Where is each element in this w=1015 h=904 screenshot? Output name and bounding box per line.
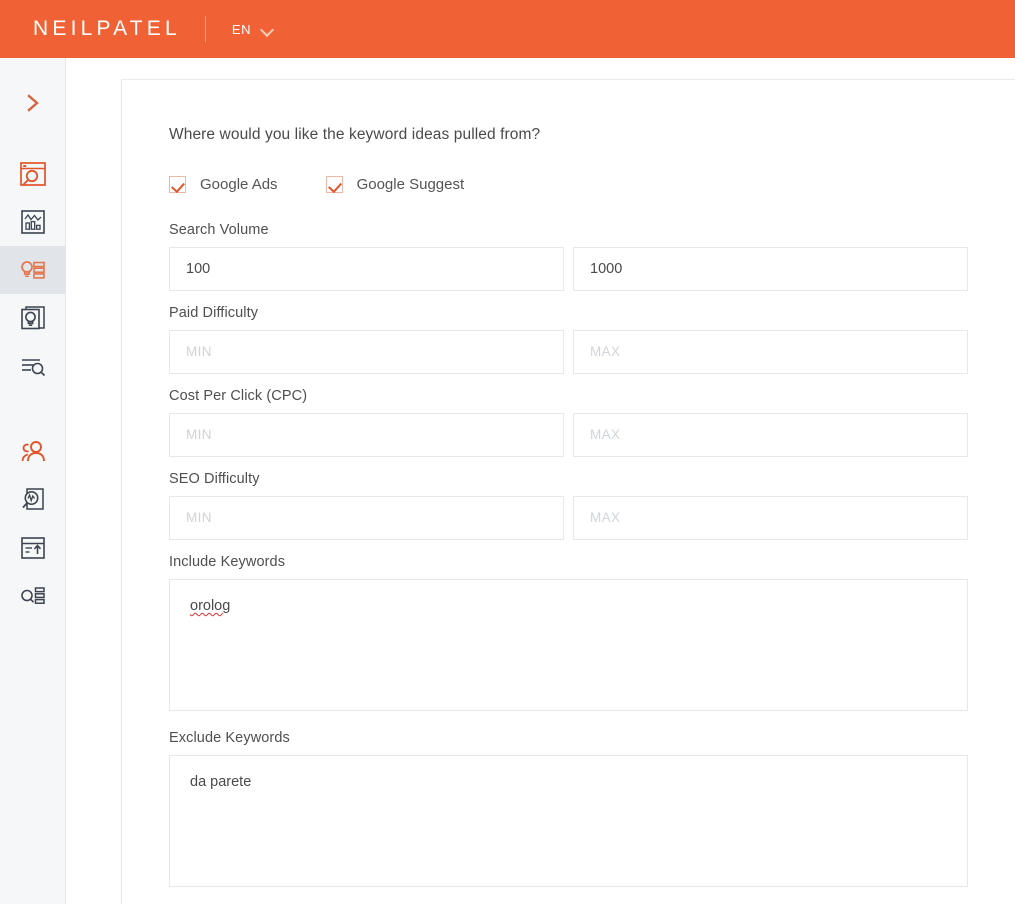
field-paid-difficulty: Paid Difficulty [169, 305, 1015, 374]
sidebar-item-keyword-ideas[interactable] [0, 246, 66, 294]
field-seo-difficulty: SEO Difficulty [169, 471, 1015, 540]
checkbox-google-ads[interactable]: Google Ads [169, 176, 278, 193]
paid-difficulty-min-input[interactable] [169, 330, 564, 374]
field-include-keywords: Include Keywords orolog [169, 554, 1015, 716]
search-volume-min-input[interactable] [169, 247, 564, 291]
keyword-filter-card: Where would you like the keyword ideas p… [121, 79, 1015, 904]
sidebar-item-traffic-analyzer[interactable] [0, 198, 66, 246]
content-ideas-icon [21, 306, 45, 330]
label-include-keywords: Include Keywords [169, 554, 286, 570]
page-title: Where would you like the keyword ideas p… [169, 126, 541, 143]
label-paid-difficulty: Paid Difficulty [169, 305, 259, 321]
sidebar-item-export-report[interactable] [0, 524, 66, 572]
label-seo-difficulty: SEO Difficulty [169, 471, 260, 487]
checkbox-google-suggest-box[interactable] [325, 176, 343, 193]
search-volume-max-input[interactable] [573, 247, 968, 291]
checkbox-google-ads-label: Google Ads [200, 176, 278, 193]
label-exclude-keywords: Exclude Keywords [169, 730, 290, 746]
backlinks-analyzer-icon [22, 488, 44, 510]
source-checkbox-group: Google Ads Google Suggest [169, 176, 1015, 193]
sidebar-item-serp-analysis[interactable] [0, 342, 66, 390]
chevron-right-icon [27, 94, 39, 112]
seo-difficulty-max-input[interactable] [573, 496, 968, 540]
sidebar-item-backlinks-analyzer[interactable] [0, 476, 66, 524]
label-search-volume: Search Volume [169, 222, 269, 238]
checkbox-google-ads-box[interactable] [169, 176, 186, 193]
checkbox-google-suggest-label: Google Suggest [356, 176, 465, 193]
keyword-list-icon [21, 587, 45, 604]
competitors-icon [21, 441, 45, 462]
include-keywords-textarea[interactable] [169, 579, 968, 711]
export-report-icon [21, 537, 45, 559]
sidebar-item-site-audit[interactable] [0, 150, 66, 198]
language-label: EN [231, 21, 252, 37]
header-divider [204, 16, 206, 42]
label-cost-per-click: Cost Per Click (CPC) [169, 388, 308, 404]
site-audit-icon [20, 162, 46, 186]
serp-analysis-icon [22, 359, 46, 377]
brand-logo[interactable]: NEILPATEL [33, 17, 181, 41]
checkbox-google-suggest[interactable]: Google Suggest [325, 176, 465, 193]
sidebar-expand-button[interactable] [0, 82, 66, 124]
field-exclude-keywords: Exclude Keywords da parete [169, 730, 1015, 892]
top-header-bar: NEILPATEL EN [0, 0, 1015, 58]
seo-difficulty-min-input[interactable] [169, 496, 564, 540]
sidebar-item-competitors[interactable] [0, 428, 66, 476]
cpc-max-input[interactable] [573, 413, 968, 457]
field-cost-per-click: Cost Per Click (CPC) [169, 388, 1015, 457]
sidebar-item-keyword-list[interactable] [0, 572, 66, 620]
keyword-ideas-icon [21, 261, 45, 279]
chevron-down-icon [261, 25, 274, 33]
main-content-area: Where would you like the keyword ideas p… [67, 58, 1015, 904]
cpc-min-input[interactable] [169, 413, 564, 457]
sidebar-item-content-ideas[interactable] [0, 294, 66, 342]
left-sidebar [0, 58, 66, 904]
language-selector[interactable]: EN [232, 22, 274, 37]
field-search-volume: Search Volume [169, 222, 1015, 291]
traffic-analyzer-icon [21, 210, 45, 234]
sidebar-section-divider [0, 390, 65, 428]
paid-difficulty-max-input[interactable] [573, 330, 968, 374]
exclude-keywords-textarea[interactable] [169, 755, 968, 887]
